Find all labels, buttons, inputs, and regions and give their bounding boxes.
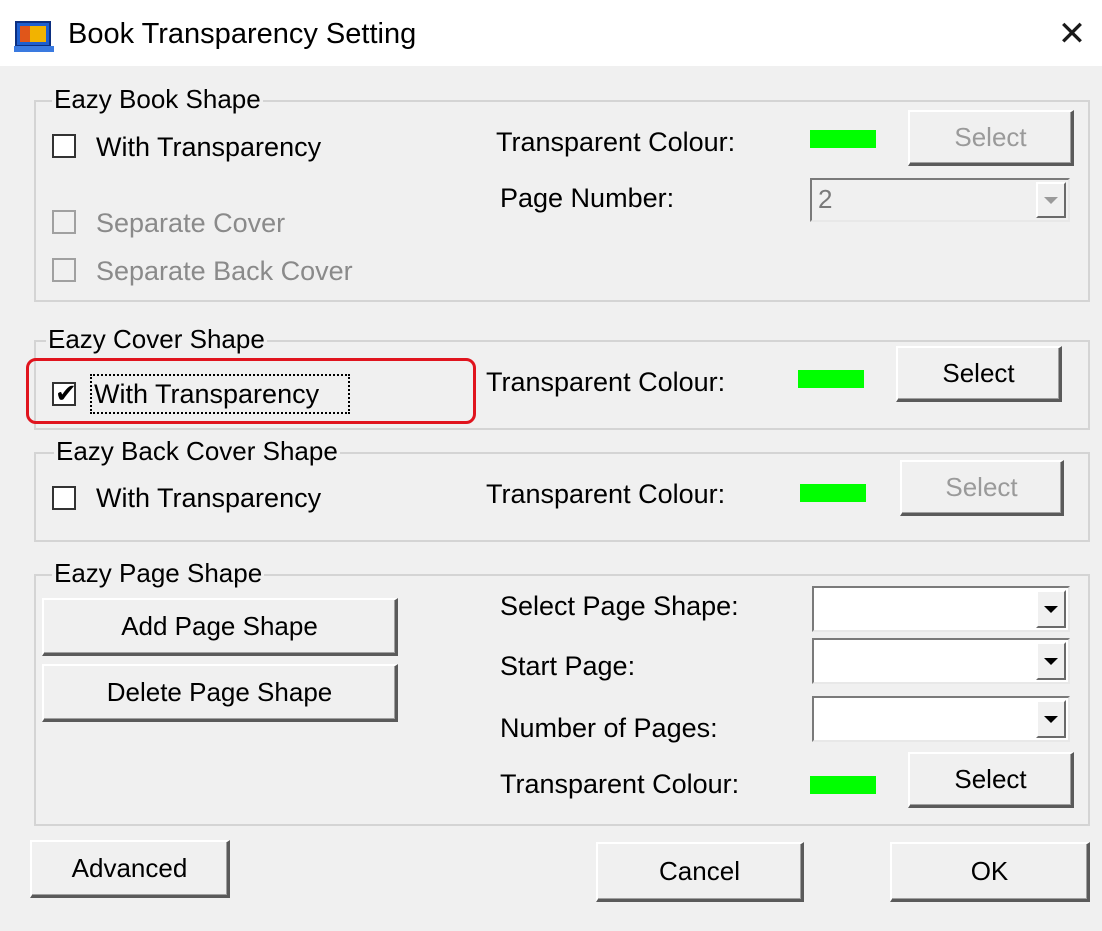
book-colour-swatch — [810, 130, 876, 148]
cover-with-transparency-checkbox[interactable]: ✔ — [52, 378, 77, 408]
page-transparent-colour-label: Transparent Colour: — [500, 769, 740, 799]
monitor-app-icon — [14, 21, 54, 52]
add-page-shape-button[interactable]: Add Page Shape — [42, 598, 398, 656]
book-shape-legend: Eazy Book Shape — [52, 84, 263, 114]
separate-cover-checkbox[interactable] — [52, 210, 76, 234]
page-number-value: 2 — [818, 184, 833, 214]
back-cover-with-transparency-label[interactable]: With Transparency — [96, 482, 321, 514]
back-cover-transparent-colour-label: Transparent Colour: — [486, 479, 726, 509]
page-select-button[interactable]: Select — [908, 752, 1074, 808]
page-colour-swatch — [810, 776, 876, 794]
separate-back-cover-checkbox[interactable] — [52, 258, 76, 282]
separate-cover-label[interactable]: Separate Cover — [96, 207, 285, 239]
page-number-select[interactable]: 2 — [810, 178, 1070, 222]
back-cover-shape-legend: Eazy Back Cover Shape — [54, 436, 340, 466]
back-cover-colour-swatch — [800, 484, 866, 502]
book-with-transparency-label[interactable]: With Transparency — [96, 131, 321, 163]
start-page-label: Start Page: — [500, 651, 636, 681]
back-cover-with-transparency-checkbox[interactable] — [52, 486, 76, 510]
title-bar: Book Transparency Setting ✕ — [0, 0, 1102, 66]
chevron-down-icon[interactable] — [1036, 700, 1066, 738]
cover-colour-swatch — [798, 370, 864, 388]
close-icon[interactable]: ✕ — [1052, 14, 1092, 54]
cover-shape-legend: Eazy Cover Shape — [46, 324, 267, 354]
back-cover-select-button[interactable]: Select — [900, 460, 1064, 516]
checkmark-icon: ✔ — [55, 378, 77, 408]
select-page-shape-dropdown[interactable] — [812, 586, 1070, 632]
cover-with-transparency-label[interactable]: With Transparency — [94, 378, 319, 410]
cover-select-button[interactable]: Select — [896, 346, 1062, 402]
chevron-down-icon[interactable] — [1036, 590, 1066, 628]
number-of-pages-label: Number of Pages: — [500, 713, 718, 743]
separate-back-cover-label[interactable]: Separate Back Cover — [96, 255, 353, 287]
select-page-shape-label: Select Page Shape: — [500, 591, 739, 621]
book-select-button[interactable]: Select — [908, 110, 1074, 166]
delete-page-shape-button[interactable]: Delete Page Shape — [42, 664, 398, 722]
advanced-button[interactable]: Advanced — [30, 840, 230, 898]
page-number-label: Page Number: — [500, 183, 675, 213]
start-page-dropdown[interactable] — [812, 638, 1070, 684]
book-transparent-colour-label: Transparent Colour: — [496, 127, 736, 157]
page-shape-legend: Eazy Page Shape — [52, 558, 265, 588]
chevron-down-icon[interactable] — [1036, 182, 1066, 218]
cover-transparent-colour-label: Transparent Colour: — [486, 367, 726, 397]
cancel-button[interactable]: Cancel — [596, 842, 804, 902]
window-title: Book Transparency Setting — [68, 18, 417, 50]
ok-button[interactable]: OK — [890, 842, 1090, 902]
chevron-down-icon[interactable] — [1036, 642, 1066, 680]
number-of-pages-dropdown[interactable] — [812, 696, 1070, 742]
book-with-transparency-checkbox[interactable] — [52, 134, 76, 158]
